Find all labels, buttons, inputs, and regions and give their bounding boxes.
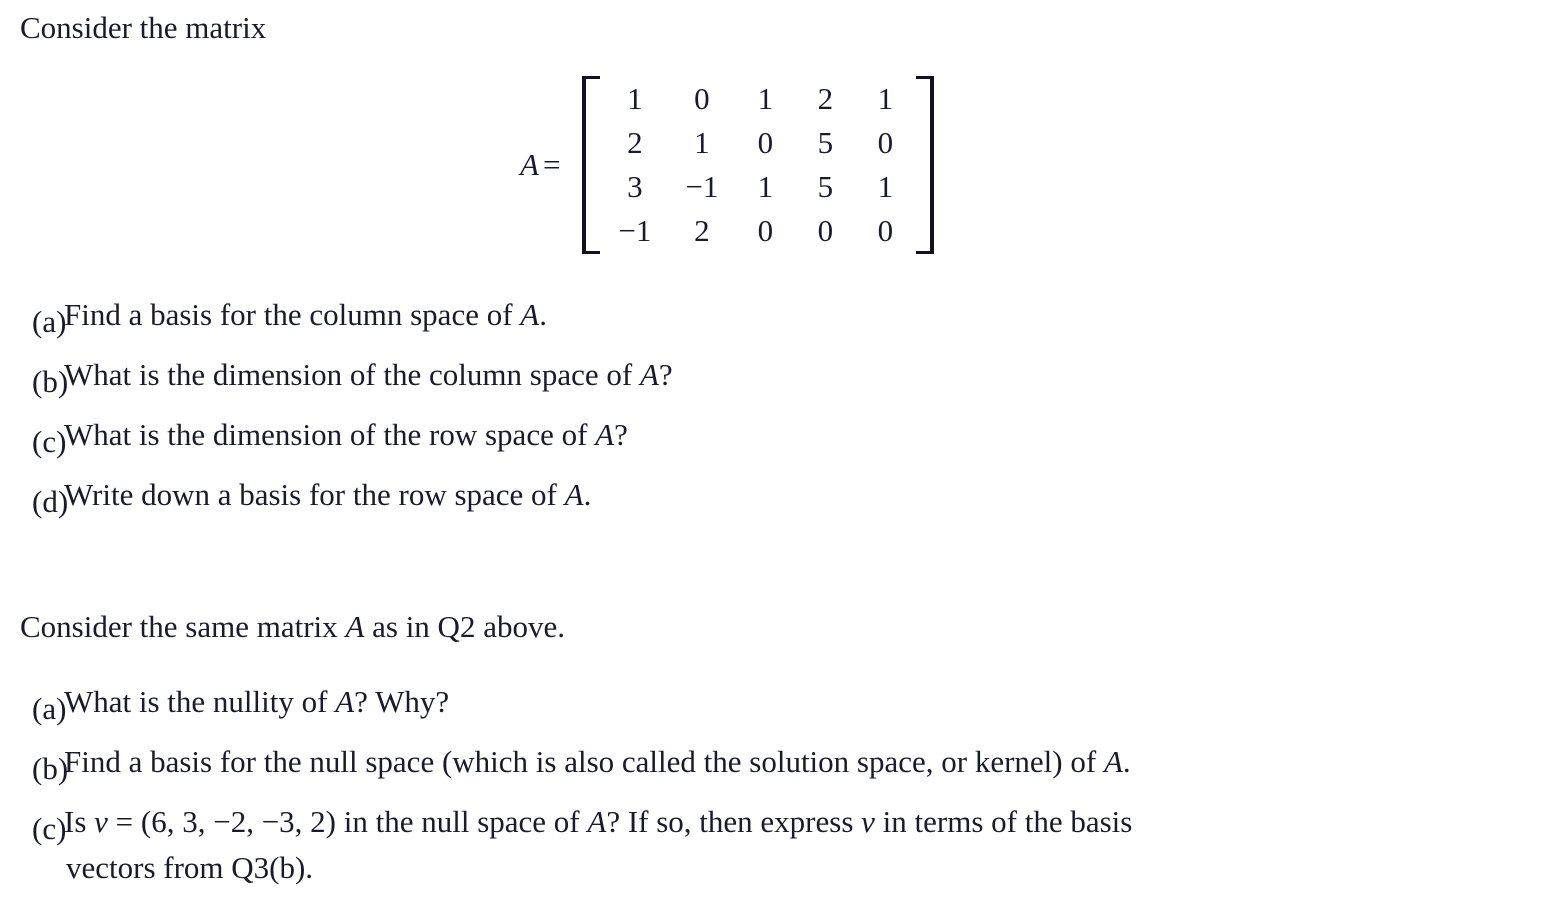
list-item: (c) Is v = (6, 3, −2, −3, 2) in the null…: [0, 799, 1520, 891]
matrix-cell: 2: [627, 125, 643, 160]
list-item-text: What is the dimension of the row space o…: [64, 417, 628, 452]
list-item-label: (d): [32, 484, 69, 519]
list-item-line: Is v = (6, 3, −2, −3, 2) in the null spa…: [64, 804, 1133, 839]
matrix-cell: 5: [817, 125, 834, 160]
matrix-display: A = 1 0 1 2 1 2 1 0 5 0 3 −1 1 5 1 −1 2 …: [520, 70, 935, 260]
right-bracket: [916, 76, 935, 254]
second-intro-variable: A: [345, 609, 365, 644]
list-item: (d) Write down a basis for the row space…: [0, 472, 1520, 532]
list-item-line: What is the nullity of A? Why?: [64, 684, 450, 719]
matrix-cell: 1: [627, 81, 643, 116]
matrix-cell: 1: [757, 169, 774, 204]
matrix-cell: 2: [694, 213, 710, 248]
matrix-cell: 1: [877, 81, 894, 116]
list-item-label: (c): [32, 424, 67, 459]
matrix-cell: 0: [694, 81, 710, 116]
list-item-text: Write down a basis for the row space of …: [64, 477, 592, 512]
list-item: (b) Find a basis for the null space (whi…: [0, 739, 1520, 799]
list-item: (b) What is the dimension of the column …: [0, 352, 1520, 412]
list-item: (c) What is the dimension of the row spa…: [0, 412, 1520, 472]
second-intro-after: as in Q2 above.: [364, 609, 565, 644]
list-item-text: Find a basis for the column space of A.: [64, 297, 547, 332]
matrix-cell: 5: [817, 169, 834, 204]
matrix-cell: −1: [685, 169, 719, 204]
matrix-cell: 2: [817, 81, 834, 116]
list-item-line: Find a basis for the null space (which i…: [64, 744, 1131, 779]
matrix-cell: 0: [757, 213, 774, 248]
matrix-cell: 3: [627, 169, 643, 204]
matrix-cell: 1: [694, 125, 710, 160]
document-page: Consider the matrix A = 1 0 1 2 1 2 1 0 …: [0, 0, 1557, 915]
list-item-label: (b): [32, 364, 69, 399]
question-three-list: (a) What is the nullity of A? Why? (b) F…: [0, 679, 1520, 891]
equals-sign: =: [542, 147, 561, 182]
matrix-cell: 0: [757, 125, 774, 160]
second-intro-text: Consider the same matrix A as in Q2 abov…: [20, 611, 565, 642]
matrix-cell: 1: [877, 169, 894, 204]
left-bracket: [582, 76, 601, 254]
list-item-label: (a): [32, 304, 67, 339]
matrix-cell: 0: [877, 213, 894, 248]
list-item-label: (a): [32, 691, 67, 726]
list-item-text: What is the nullity of A? Why?: [62, 679, 1520, 725]
list-item-label: (c): [32, 811, 67, 846]
matrix-cell: −1: [618, 213, 652, 248]
matrix-cell: 0: [817, 213, 834, 248]
question-two-list: (a) (a) Find a basis for the column spac…: [0, 292, 1520, 532]
list-item-label: (b): [32, 751, 69, 786]
list-item-text: What is the dimension of the column spac…: [64, 357, 673, 392]
second-intro-before: Consider the same matrix: [20, 609, 346, 644]
list-item-text: Is v = (6, 3, −2, −3, 2) in the null spa…: [62, 799, 1520, 891]
list-item-line: vectors from Q3(b).: [66, 850, 314, 885]
matrix-cell: 0: [877, 125, 894, 160]
matrix-name-label: A: [520, 147, 539, 182]
matrix-grid: 1 0 1 2 1 2 1 0 5 0 3 −1 1 5 1 −1 2 0 0 …: [600, 79, 916, 251]
intro-text: Consider the matrix: [20, 10, 267, 45]
matrix-cell: 1: [757, 81, 774, 116]
list-item-text: Find a basis for the null space (which i…: [62, 739, 1520, 785]
list-item: (a) (a) Find a basis for the column spac…: [0, 292, 1520, 352]
list-item: (a) What is the nullity of A? Why?: [0, 679, 1520, 739]
